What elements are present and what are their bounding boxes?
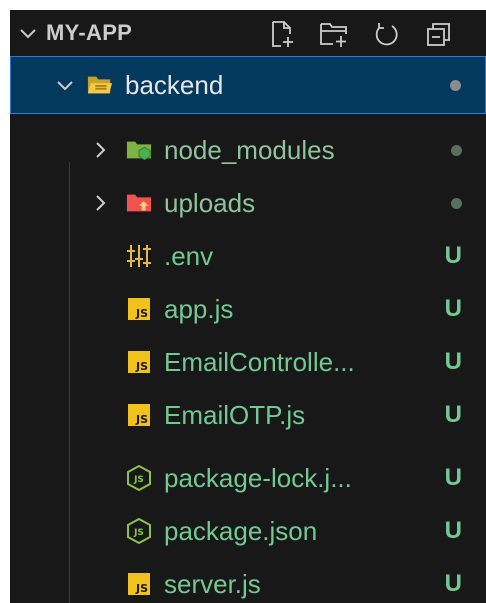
tree-item-app-js[interactable]: JS app.js U <box>10 280 486 338</box>
untracked-badge: U <box>444 242 462 269</box>
npm-json-icon: JS <box>126 465 152 491</box>
untracked-badge: U <box>444 570 462 597</box>
folder-open-icon <box>87 72 113 98</box>
untracked-badge: U <box>444 295 462 322</box>
explorer-title: MY-APP <box>46 20 133 45</box>
tree-item-package-lock[interactable]: JS package-lock.j... U <box>10 449 486 507</box>
status-indicator <box>451 121 462 179</box>
tree-item-package-json[interactable]: JS package.json U <box>10 502 486 560</box>
tree-item-label: EmailControlle... <box>164 346 355 377</box>
javascript-file-icon: JS <box>126 296 152 322</box>
tree-item-label: node_modules <box>164 134 335 165</box>
explorer-header[interactable]: MY-APP <box>10 10 486 56</box>
tree-item-uploads[interactable]: uploads <box>10 174 486 232</box>
tree-item-label: server.js <box>164 568 261 599</box>
ignored-dot <box>451 197 462 209</box>
status-indicator <box>450 57 461 113</box>
svg-text:JS: JS <box>133 528 144 538</box>
javascript-file-icon: JS <box>126 402 152 428</box>
tree-item-server-js[interactable]: JS server.js U <box>10 555 486 603</box>
tree-item-label: package-lock.j... <box>164 462 352 493</box>
tree-item-label: EmailOTP.js <box>164 399 306 430</box>
explorer-actions <box>256 16 464 52</box>
tree-item-env[interactable]: .env U <box>10 227 486 285</box>
collapse-all-icon[interactable] <box>412 16 464 52</box>
tree-item-label: app.js <box>164 293 234 324</box>
ignored-dot <box>451 144 462 156</box>
tree-item-email-controller[interactable]: JS EmailControlle... U <box>10 333 486 391</box>
tree-item-label: package.json <box>164 515 318 546</box>
tree-item-email-otp[interactable]: JS EmailOTP.js U <box>10 386 486 444</box>
chevron-down-icon[interactable] <box>53 73 77 97</box>
untracked-badge: U <box>444 348 462 375</box>
tree-item-label: .env <box>164 240 214 271</box>
upload-folder-icon <box>126 190 152 216</box>
status-indicator <box>451 174 462 232</box>
javascript-file-icon: JS <box>126 349 152 375</box>
untracked-badge: U <box>444 517 462 544</box>
tree-item-backend[interactable]: backend <box>10 56 486 114</box>
chevron-down-icon[interactable] <box>16 21 40 45</box>
untracked-badge: U <box>444 401 462 428</box>
modified-dot <box>450 79 461 91</box>
env-settings-icon <box>126 243 152 269</box>
new-file-icon[interactable] <box>256 16 308 52</box>
chevron-right-icon[interactable] <box>88 138 112 162</box>
svg-text:JS: JS <box>133 475 144 485</box>
untracked-badge: U <box>444 464 462 491</box>
refresh-icon[interactable] <box>360 16 412 52</box>
chevron-right-icon[interactable] <box>88 191 112 215</box>
javascript-file-icon: JS <box>126 571 152 597</box>
node-folder-icon <box>126 137 152 163</box>
tree-item-label: uploads <box>164 187 256 218</box>
new-folder-icon[interactable] <box>308 16 360 52</box>
tree-item-label: backend <box>125 69 224 100</box>
npm-json-icon: JS <box>126 518 152 544</box>
tree-item-node-modules[interactable]: node_modules <box>10 121 486 179</box>
file-explorer: MY-APP backend node_modules uploads .env… <box>10 10 486 603</box>
